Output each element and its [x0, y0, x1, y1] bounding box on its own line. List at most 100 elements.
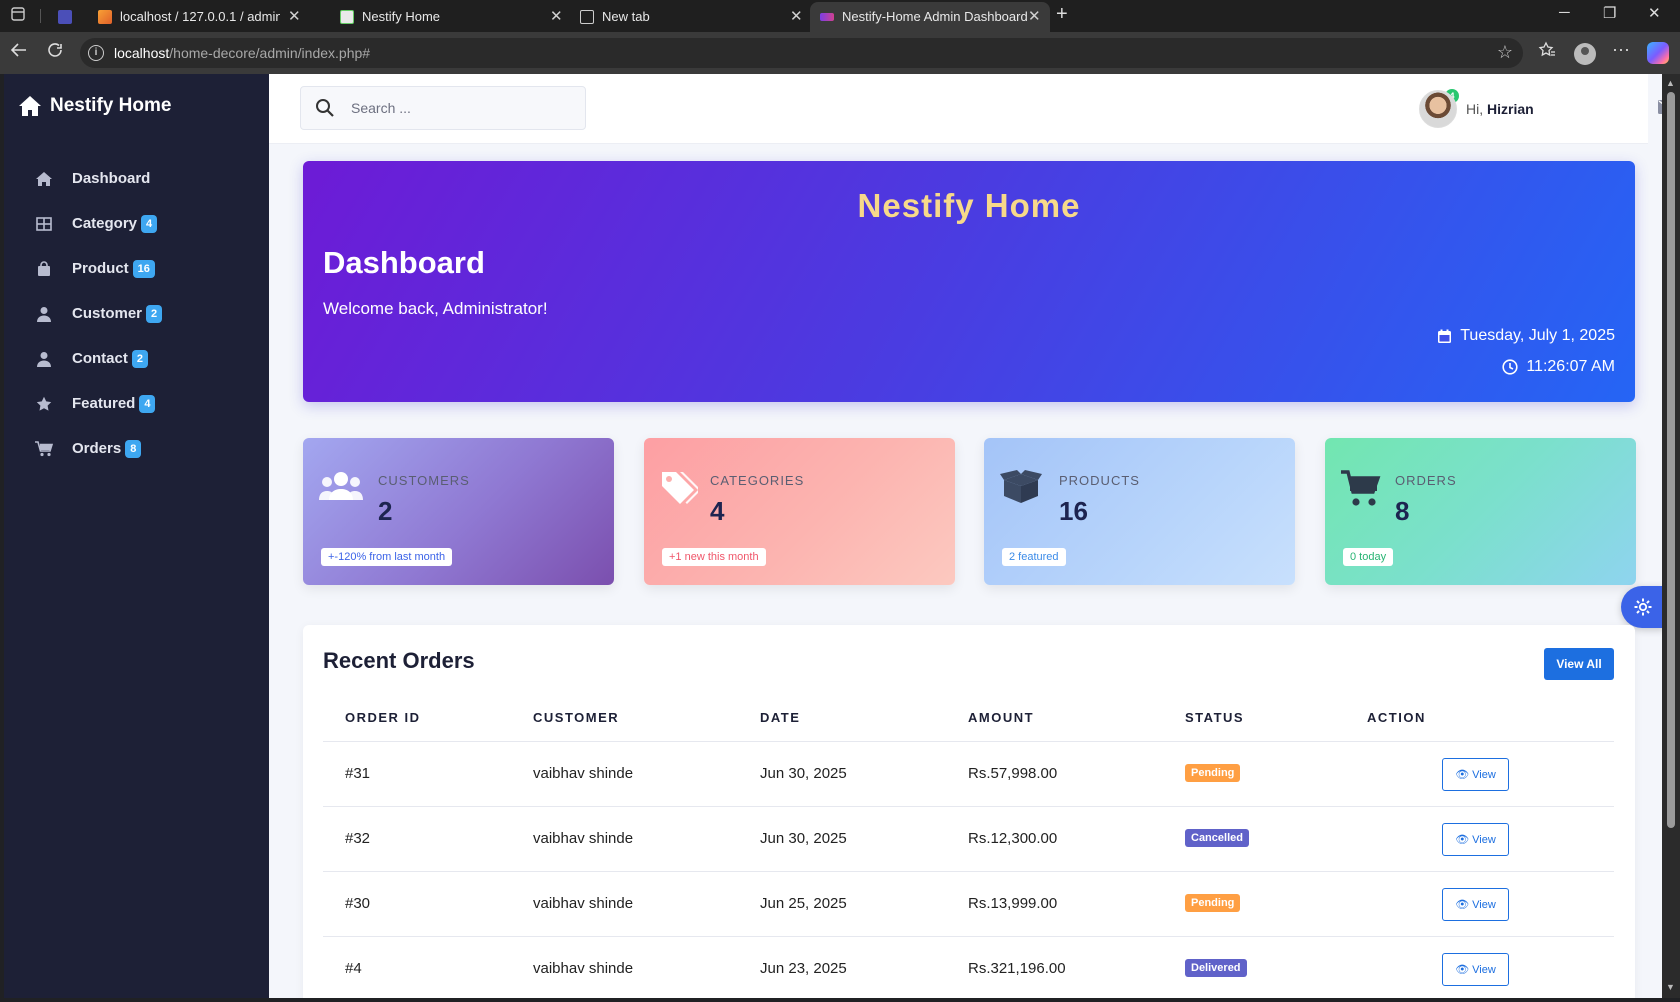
favorites-icon[interactable] [1538, 41, 1556, 64]
more-menu-icon[interactable]: ··· [1612, 39, 1630, 60]
search-input[interactable] [351, 97, 571, 119]
site-info-icon[interactable]: i [88, 45, 104, 61]
sidebar-item-product[interactable]: Product 16 [4, 246, 269, 291]
users-icon [319, 470, 363, 511]
count-badge: 4 [141, 214, 158, 233]
order-date: Jun 30, 2025 [760, 830, 847, 847]
stat-card-categories[interactable]: CATEGORIES 4 +1 new this month [644, 438, 955, 585]
column-header: ORDER ID [345, 710, 421, 725]
status-badge: Pending [1185, 764, 1241, 782]
current-time: 11:26:07 AM [1502, 358, 1615, 376]
user-icon [32, 306, 56, 322]
restore-icon[interactable]: ❐ [1603, 4, 1616, 22]
order-date: Jun 23, 2025 [760, 960, 847, 977]
order-id: #4 [345, 960, 362, 977]
sidebar-item-category[interactable]: Category 4 [4, 201, 269, 246]
tab-admin-dashboard[interactable]: Nestify-Home Admin Dashboard ✕ [810, 2, 1050, 32]
main-content: Nestify Home Dashboard Welcome back, Adm… [269, 144, 1662, 998]
eye-icon: 👁 [1455, 964, 1470, 976]
tab-separator [40, 9, 41, 23]
url-text[interactable]: localhost/home-decore/admin/index.php# [114, 45, 370, 61]
stat-chip: 2 featured [1002, 548, 1066, 566]
cart-icon [32, 440, 56, 457]
stat-value: 8 [1395, 496, 1410, 526]
copilot-icon[interactable] [1647, 42, 1669, 64]
url-bar[interactable]: i localhost/home-decore/admin/index.php#… [80, 38, 1523, 68]
minimize-icon[interactable]: ─ [1559, 4, 1570, 21]
back-arrow-icon[interactable] [10, 41, 28, 64]
stat-label: PRODUCTS [1059, 473, 1140, 488]
home-logo-icon [19, 96, 41, 116]
tab-close-icon[interactable]: ✕ [1028, 2, 1041, 32]
view-label: View [1472, 963, 1496, 976]
tab-nestify-home[interactable]: Nestify Home ✕ [330, 2, 566, 32]
window-close-icon[interactable]: ✕ [1648, 4, 1661, 22]
sidebar-nav: Dashboard Category 4 Product 16 Customer… [4, 156, 269, 471]
star-icon [32, 396, 56, 412]
order-customer: vaibhav shinde [533, 765, 634, 782]
stat-chip: 0 today [1343, 548, 1394, 566]
time-text: 11:26:07 AM [1526, 358, 1615, 375]
table-row: #4 vaibhav shinde Jun 23, 2025 Rs.321,19… [323, 937, 1614, 998]
sidebar-item-customer[interactable]: Customer 2 [4, 291, 269, 336]
brand-name: Nestify Home [50, 95, 172, 116]
tab-new-tab[interactable]: New tab ✕ [570, 2, 806, 32]
box-open-icon [1000, 470, 1042, 509]
tab-phpmyadmin[interactable]: localhost / 127.0.0.1 / admin_hom ✕ [88, 2, 310, 32]
hero-brand-title: Nestify Home [857, 187, 1081, 224]
page-scrollbar[interactable]: ▲ ▼ [1662, 74, 1680, 998]
address-bar-row: i localhost/home-decore/admin/index.php#… [0, 32, 1680, 74]
stat-value: 16 [1059, 496, 1088, 526]
user-greeting[interactable]: Hi, Hizrian [1466, 101, 1534, 117]
date-text: Tuesday, July 1, 2025 [1460, 327, 1615, 344]
page-viewport: Nestify Home Dashboard Category 4 Produc… [4, 74, 1662, 998]
user-avatar[interactable] [1419, 90, 1457, 128]
scroll-down-arrow-icon[interactable]: ▼ [1666, 982, 1675, 992]
scroll-up-arrow-icon[interactable]: ▲ [1666, 78, 1675, 88]
eye-icon: 👁 [1455, 834, 1470, 846]
profile-avatar-icon[interactable] [1574, 43, 1596, 65]
stat-value: 4 [710, 496, 725, 526]
view-order-button[interactable]: 👁 View [1442, 953, 1509, 986]
view-order-button[interactable]: 👁 View [1442, 888, 1509, 921]
sidebar-item-orders[interactable]: Orders 8 [4, 426, 269, 471]
greeting-prefix: Hi, [1466, 101, 1484, 117]
stat-card-orders[interactable]: ORDERS 8 0 today [1325, 438, 1636, 585]
section-title: Recent Orders [323, 648, 475, 673]
url-path: /home-decore/admin/index.php# [169, 45, 371, 61]
tab-close-icon[interactable]: ✕ [790, 2, 803, 32]
view-all-button[interactable]: View All [1544, 648, 1614, 680]
order-id: #31 [345, 765, 371, 782]
tab-pinned[interactable] [48, 2, 84, 32]
search-icon[interactable] [315, 98, 335, 123]
sidebar-brand[interactable]: Nestify Home [18, 95, 171, 117]
view-order-button[interactable]: 👁 View [1442, 758, 1509, 791]
stat-card-customers[interactable]: CUSTOMERS 2 +-120% from last month [303, 438, 614, 585]
tab-actions-icon[interactable] [8, 7, 28, 25]
order-id: #30 [345, 895, 371, 912]
browser-tab-bar: localhost / 127.0.0.1 / admin_hom ✕ Nest… [0, 0, 1680, 32]
stat-chip: +1 new this month [662, 548, 766, 566]
settings-gear-button[interactable] [1621, 586, 1662, 628]
stat-card-products[interactable]: PRODUCTS 16 2 featured [984, 438, 1295, 585]
order-date: Jun 25, 2025 [760, 895, 847, 912]
stat-value: 2 [378, 496, 393, 526]
sidebar-item-featured[interactable]: Featured 4 [4, 381, 269, 426]
sidebar-item-dashboard[interactable]: Dashboard [4, 156, 269, 201]
reload-icon[interactable] [46, 41, 64, 64]
status-badge: Pending [1185, 894, 1241, 912]
tags-icon [660, 470, 701, 509]
tab-close-icon[interactable]: ✕ [550, 2, 563, 32]
scroll-thumb[interactable] [1667, 92, 1675, 828]
bookmark-star-icon[interactable]: ☆ [1497, 42, 1513, 63]
dashboard-favicon-icon [820, 13, 834, 21]
table-row: #32 vaibhav shinde Jun 30, 2025 Rs.12,30… [323, 807, 1614, 872]
new-tab-plus-icon[interactable]: + [1056, 3, 1068, 26]
gear-icon [1634, 598, 1652, 616]
view-order-button[interactable]: 👁 View [1442, 823, 1509, 856]
order-date: Jun 30, 2025 [760, 765, 847, 782]
sidebar-item-contact[interactable]: Contact 2 [4, 336, 269, 381]
eye-icon: 👁 [1455, 899, 1470, 911]
tab-close-icon[interactable]: ✕ [288, 2, 301, 32]
home-icon [32, 171, 56, 187]
